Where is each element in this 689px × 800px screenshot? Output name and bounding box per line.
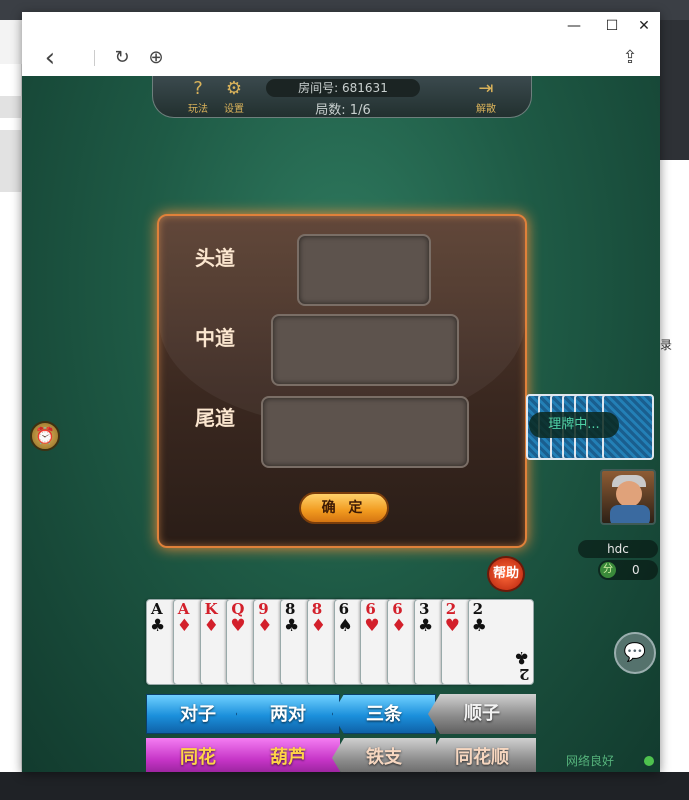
card-suit-icon: ♠ — [337, 616, 353, 636]
score-coin-icon: 分 — [600, 562, 616, 578]
straight-button[interactable]: 顺子 — [428, 694, 536, 734]
card-suit-icon: ♦ — [176, 616, 193, 636]
back-row-label: 尾道 — [195, 406, 235, 430]
gear-icon: ⚙ — [225, 78, 243, 99]
opponent-status: 理牌中... — [529, 412, 619, 438]
back-icon[interactable]: ‹ — [38, 45, 62, 71]
browser-window: — ☐ ✕ ‹ ↻ ⊕ ⇪ ? 玩法 ⚙ 设置 房间号: 681631 局数: … — [22, 12, 660, 772]
opponent-avatar[interactable] — [600, 469, 656, 525]
card-suit-icon: ♣ — [418, 616, 434, 636]
confirm-button[interactable]: 确 定 — [299, 492, 389, 524]
alarm-clock-icon: ⏰ — [30, 421, 60, 451]
card-suit-icon: ♦ — [310, 616, 327, 636]
settings-label: 设置 — [224, 104, 244, 115]
pair-button[interactable]: 对子 — [146, 694, 250, 734]
background-window-right-top — [660, 20, 689, 160]
reload-icon[interactable]: ↻ — [110, 46, 134, 70]
arrange-hand-dialog: 头道 中道 尾道 确 定 — [157, 214, 527, 548]
question-icon: ? — [193, 78, 203, 99]
exit-door-icon: ⇥ — [478, 78, 494, 99]
card-suit-icon: ♥ — [230, 616, 246, 636]
title-bar: — ☐ ✕ — [22, 12, 660, 40]
background-text: 录 — [660, 338, 673, 352]
help-button[interactable]: 帮助 — [487, 556, 525, 592]
straight-flush-button[interactable]: 同花顺 — [428, 738, 536, 772]
nav-separator — [94, 50, 95, 66]
straight-flush-label: 同花顺 — [455, 747, 509, 768]
card-suit-icon: ♣ — [471, 616, 487, 636]
chat-bubble-icon[interactable]: 💬 — [614, 632, 656, 674]
middle-row-slot[interactable] — [271, 314, 459, 386]
navigation-bar: ‹ ↻ ⊕ ⇪ — [22, 40, 660, 76]
network-status: 网络良好 — [566, 752, 658, 770]
flush-button[interactable]: 同花 — [146, 738, 250, 772]
game-table: ? 玩法 ⚙ 设置 房间号: 681631 局数: 1/6 ⇥ 解散 头道 中道… — [22, 76, 660, 772]
front-row-slot[interactable] — [297, 234, 431, 306]
full-house-label: 葫芦 — [270, 747, 306, 768]
minimize-button[interactable]: — — [562, 16, 586, 36]
full-house-button[interactable]: 葫芦 — [236, 738, 340, 772]
round-counter: 局数: 1/6 — [315, 103, 371, 118]
network-dot-icon — [644, 756, 654, 766]
score-value: 0 — [632, 563, 640, 577]
maximize-button[interactable]: ☐ — [600, 16, 624, 36]
four-of-a-kind-label: 铁支 — [366, 747, 402, 768]
opponent-name: hdc — [578, 540, 658, 558]
globe-icon[interactable]: ⊕ — [144, 46, 168, 70]
desktop-taskbar-bottom — [0, 772, 689, 800]
four-of-a-kind-button[interactable]: 铁支 — [332, 738, 436, 772]
card-suit-icon: ♣ — [150, 616, 166, 636]
dismiss-button[interactable]: ⇥ 解散 — [469, 78, 503, 115]
two-pair-button[interactable]: 两对 — [236, 694, 340, 734]
settings-button[interactable]: ⚙ 设置 — [217, 78, 251, 115]
player-hand: A ♣ A ♦ K ♦ Q ♥ 9 ♦ 8 ♣ 8 ♦ 6 ♠ 6 ♥ 6 ♦ 3 ♣ 2 ♥ 2 ♣ ♣ 2 — [146, 599, 536, 685]
card-suit-icon: ♥ — [444, 616, 461, 636]
playing-card[interactable]: 2 ♣ ♣ 2 — [467, 599, 534, 685]
rules-label: 玩法 — [188, 104, 208, 115]
network-status-label: 网络良好 — [566, 754, 615, 768]
rules-button[interactable]: ? 玩法 — [181, 78, 215, 115]
card-rank-bottom: 2 — [519, 665, 530, 683]
card-suit-icon: ♦ — [391, 616, 407, 636]
back-row-slot[interactable] — [261, 396, 469, 468]
room-number: 房间号: 681631 — [266, 79, 420, 97]
background-window-left — [0, 64, 22, 800]
opponent-score: 分 0 — [598, 560, 658, 580]
background-window-right: 录 — [660, 160, 689, 800]
close-button[interactable]: ✕ — [632, 16, 656, 36]
card-suit-icon: ♥ — [364, 616, 380, 636]
middle-row-label: 中道 — [195, 326, 235, 350]
share-icon[interactable]: ⇪ — [618, 46, 642, 70]
three-of-a-kind-button[interactable]: 三条 — [332, 694, 436, 734]
card-suit-icon: ♦ — [257, 616, 273, 636]
dismiss-label: 解散 — [476, 104, 496, 115]
room-info-panel: ? 玩法 ⚙ 设置 房间号: 681631 局数: 1/6 ⇥ 解散 — [152, 76, 532, 118]
card-suit-bottom-icon: ♣ — [514, 647, 530, 667]
flush-label: 同花 — [180, 747, 216, 768]
front-row-label: 头道 — [195, 246, 235, 270]
card-suit-icon: ♦ — [203, 616, 219, 636]
card-suit-icon: ♣ — [284, 616, 300, 636]
